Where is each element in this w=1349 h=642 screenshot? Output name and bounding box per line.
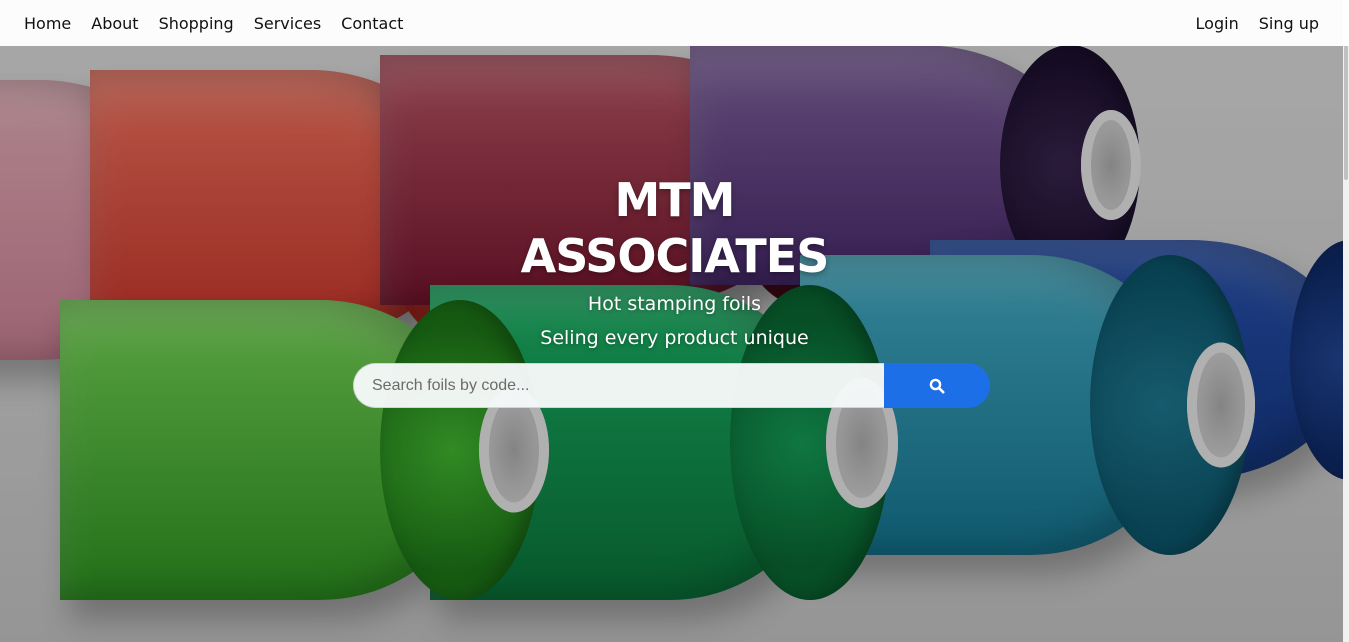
hero-subtitle: Hot stamping foils <box>587 293 762 315</box>
search-icon <box>929 378 945 394</box>
hero-title: MTM ASSOCIATES <box>520 173 830 283</box>
page: Home About Shopping Services Contact Log… <box>0 0 1349 642</box>
nav-link-services[interactable]: Services <box>254 14 321 33</box>
nav-link-shopping[interactable]: Shopping <box>159 14 234 33</box>
nav-link-contact[interactable]: Contact <box>341 14 403 33</box>
nav-left-links: Home About Shopping Services Contact <box>24 14 403 33</box>
hero-tagline: Seling every product unique <box>540 327 809 349</box>
nav-link-signup[interactable]: Sing up <box>1259 14 1319 33</box>
search-bar <box>353 363 990 408</box>
nav-link-about[interactable]: About <box>91 14 138 33</box>
search-input[interactable] <box>353 363 884 408</box>
top-navbar: Home About Shopping Services Contact Log… <box>0 0 1349 46</box>
nav-right-links: Login Sing up <box>1196 14 1319 33</box>
search-button[interactable] <box>884 363 990 408</box>
scrollbar-thumb[interactable] <box>1344 40 1348 180</box>
hero-content: MTM ASSOCIATES Hot stamping foils Seling… <box>0 172 1349 350</box>
nav-link-home[interactable]: Home <box>24 14 71 33</box>
nav-link-login[interactable]: Login <box>1196 14 1239 33</box>
